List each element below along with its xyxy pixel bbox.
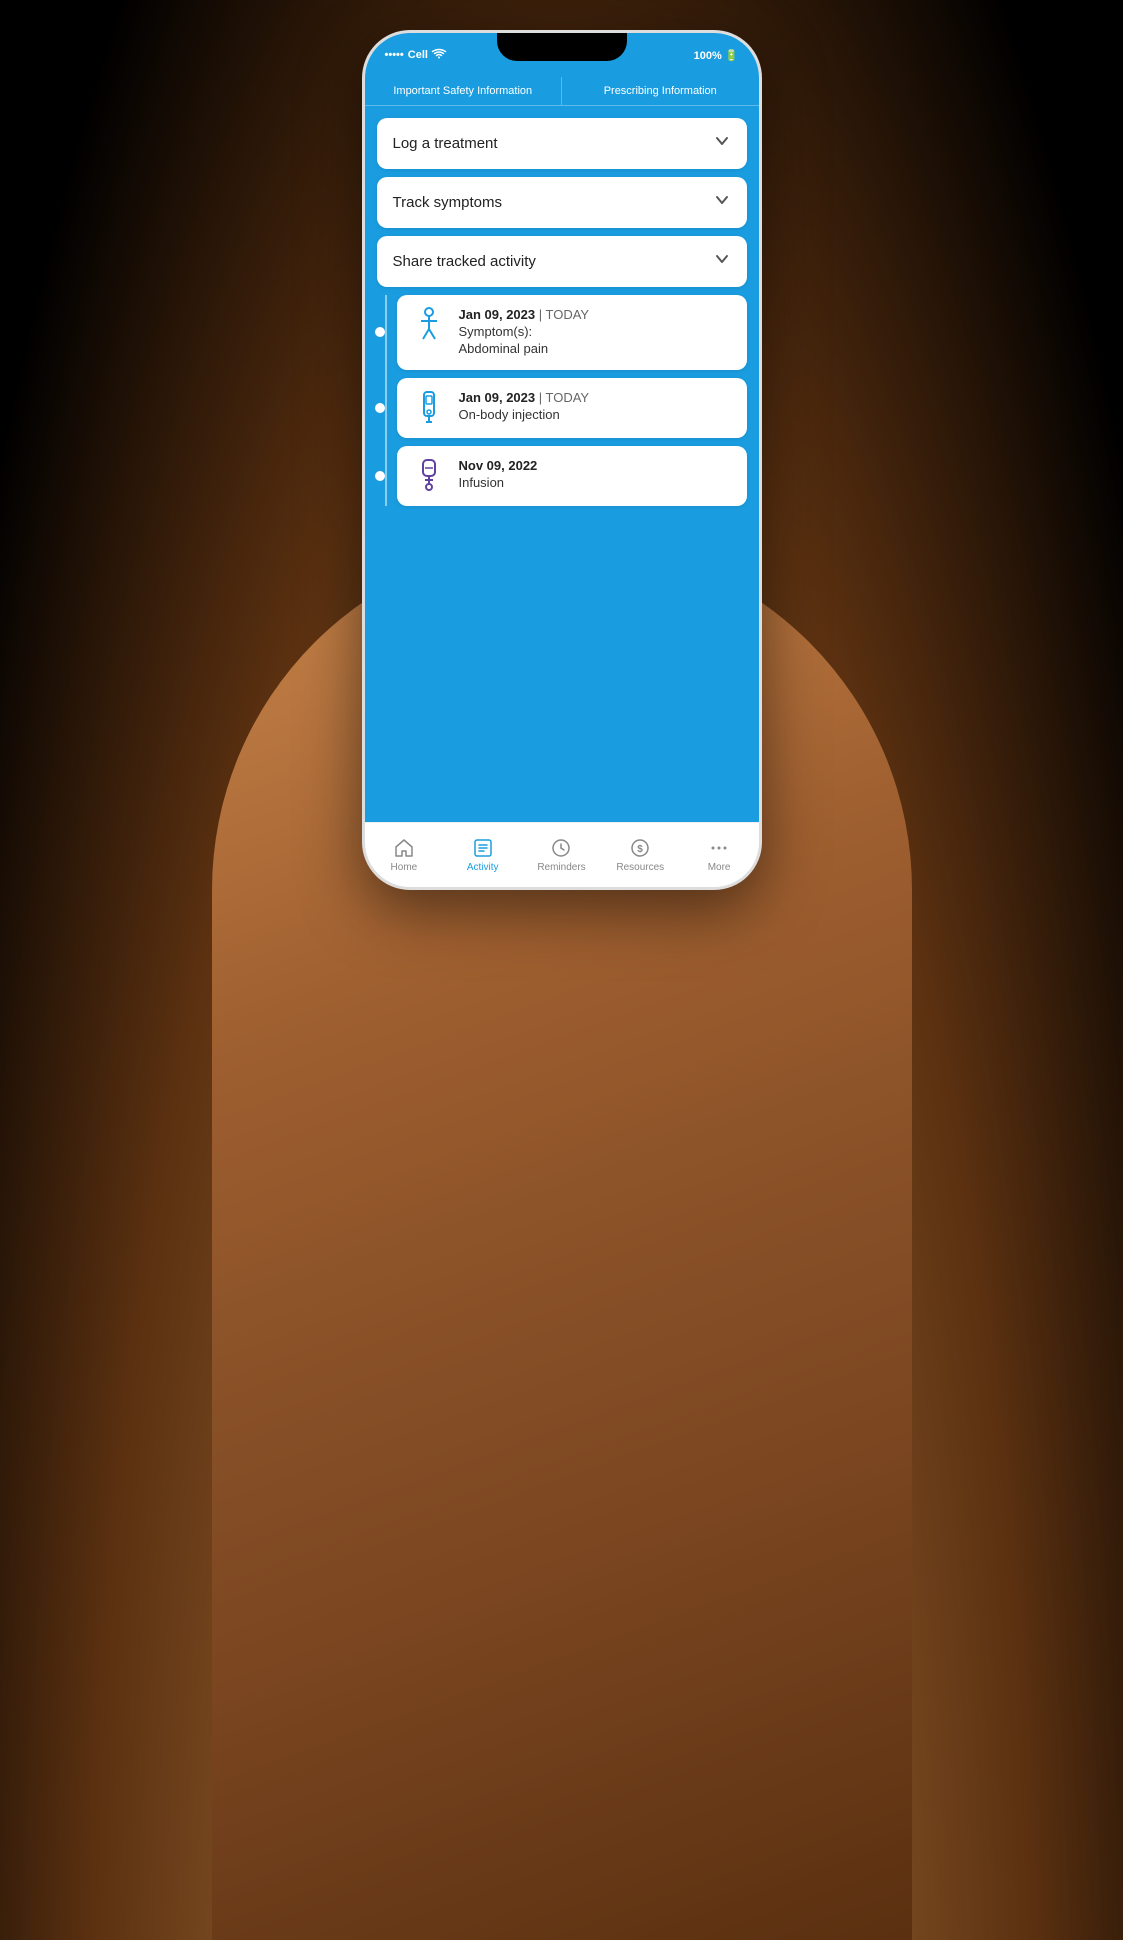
more-icon <box>708 837 730 859</box>
infusion-icon <box>411 458 447 494</box>
entry-1-content: Jan 09, 2023 | TODAY Symptom(s): Abdomin… <box>459 307 590 358</box>
signal-dots: ••••• <box>385 49 404 61</box>
timeline-entry-2[interactable]: Jan 09, 2023 | TODAY On-body injection <box>397 378 747 438</box>
nav-activity-label: Activity <box>467 862 499 873</box>
nav-reminders-label: Reminders <box>537 862 585 873</box>
entry-3-content: Nov 09, 2022 Infusion <box>459 458 538 492</box>
timeline-dot-2 <box>375 403 385 413</box>
nav-activity[interactable]: Activity <box>443 831 522 879</box>
phone-inner: ••••• Cell 100% 🔋 <box>365 33 759 887</box>
entry-1-date: Jan 09, 2023 | TODAY <box>459 307 590 322</box>
share-activity-accordion[interactable]: Share tracked activity <box>377 236 747 287</box>
entry-1-desc: Symptom(s): Abdominal pain <box>459 324 590 358</box>
person-icon <box>411 307 447 343</box>
entry-2-content: Jan 09, 2023 | TODAY On-body injection <box>459 390 590 424</box>
track-symptoms-label: Track symptoms <box>393 194 502 211</box>
injector-icon <box>411 390 447 426</box>
entry-1-today: | TODAY <box>539 307 589 322</box>
timeline-entry-3[interactable]: Nov 09, 2022 Infusion <box>397 446 747 506</box>
phone-notch <box>497 33 627 61</box>
wifi-icon <box>432 48 446 62</box>
timeline-container: Jan 09, 2023 | TODAY Symptom(s): Abdomin… <box>377 295 747 506</box>
safety-info-tab[interactable]: Important Safety Information <box>365 77 563 105</box>
resources-icon: $ <box>629 837 651 859</box>
entry-2-date: Jan 09, 2023 | TODAY <box>459 390 590 405</box>
app-header-tabs: Important Safety Information Prescribing… <box>365 77 759 106</box>
nav-resources[interactable]: $ Resources <box>601 831 680 879</box>
share-activity-label: Share tracked activity <box>393 253 536 270</box>
share-activity-chevron <box>713 250 731 273</box>
nav-home[interactable]: Home <box>365 831 444 879</box>
entry-3-date: Nov 09, 2022 <box>459 458 538 473</box>
nav-reminders[interactable]: Reminders <box>522 831 601 879</box>
status-bar: ••••• Cell 100% 🔋 <box>365 33 759 77</box>
battery-label: 100% 🔋 <box>694 49 739 62</box>
status-left: ••••• Cell <box>385 48 446 62</box>
svg-text:$: $ <box>638 844 644 855</box>
bottom-nav: Home Activity <box>365 822 759 887</box>
track-symptoms-accordion[interactable]: Track symptoms <box>377 177 747 228</box>
app-content: Log a treatment Track symptoms <box>365 106 759 822</box>
nav-home-label: Home <box>391 862 418 873</box>
prescribing-info-tab[interactable]: Prescribing Information <box>562 77 759 105</box>
entry-3-desc: Infusion <box>459 475 538 492</box>
track-symptoms-chevron <box>713 191 731 214</box>
carrier-label: Cell <box>408 49 428 61</box>
log-treatment-accordion[interactable]: Log a treatment <box>377 118 747 169</box>
log-treatment-label: Log a treatment <box>393 135 498 152</box>
timeline-entry-1[interactable]: Jan 09, 2023 | TODAY Symptom(s): Abdomin… <box>397 295 747 370</box>
timeline-dot-3 <box>375 471 385 481</box>
reminders-icon <box>550 837 572 859</box>
entry-2-desc: On-body injection <box>459 407 590 424</box>
log-treatment-chevron <box>713 132 731 155</box>
home-icon <box>393 837 415 859</box>
phone-frame: ••••• Cell 100% 🔋 <box>362 30 762 890</box>
nav-resources-label: Resources <box>616 862 664 873</box>
timeline-line <box>385 295 387 506</box>
activity-icon <box>472 837 494 859</box>
nav-more-label: More <box>708 862 731 873</box>
nav-more[interactable]: More <box>680 831 759 879</box>
battery-icon: 🔋 <box>725 50 739 62</box>
entry-2-today: | TODAY <box>539 390 589 405</box>
timeline-dot-1 <box>375 327 385 337</box>
phone-wrapper: ••••• Cell 100% 🔋 <box>362 30 762 890</box>
